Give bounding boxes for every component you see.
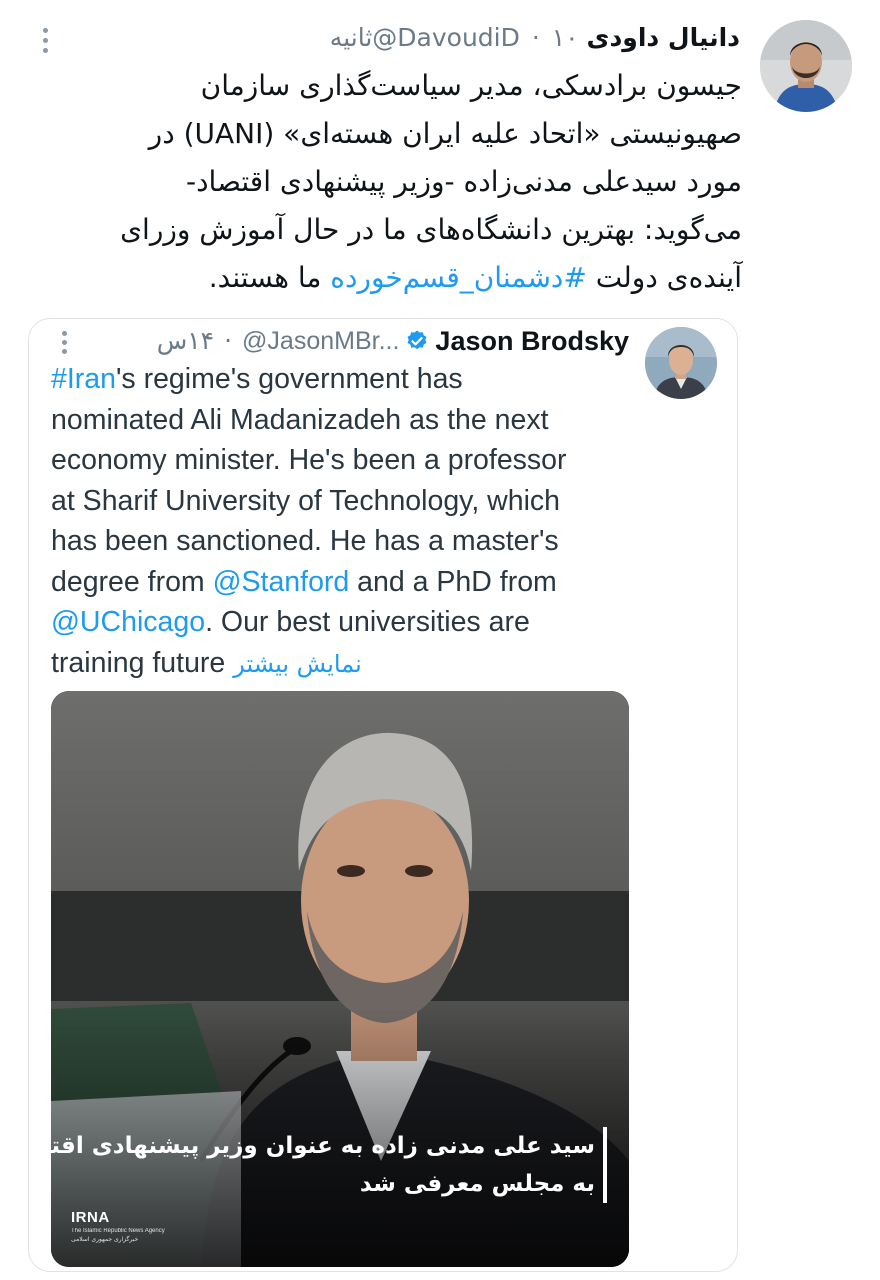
mention-uchicago-link[interactable]: @UChicago bbox=[51, 606, 205, 638]
quote-line: #Iran's regime's government has bbox=[51, 359, 711, 400]
quoted-tweet-body: #Iran's regime's government has nominate… bbox=[51, 359, 711, 684]
author-handle[interactable]: @DavoudiD bbox=[372, 23, 520, 52]
tweet-line: مورد سیدعلی مدنی‌زاده -وزیر پیشنهادی اقت… bbox=[185, 165, 742, 198]
tweet-header: دانیال داودی @DavoudiD · ۱۰ثانیه bbox=[240, 18, 740, 58]
tweet-line-last: آینده‌ی دولت #دشمنان_قسم‌خورده ما هستند. bbox=[120, 254, 742, 302]
caption-line: سید علی مدنی زاده به عنوان وزیر پیشنهادی… bbox=[51, 1133, 595, 1159]
tweet-text-fragment: آینده‌ی دولت bbox=[595, 261, 742, 294]
mention-stanford-link[interactable]: @Stanford bbox=[213, 566, 350, 598]
tweet-line: جیسون برادسکی، مدیر سیاست‌گذاری سازمان bbox=[200, 69, 742, 102]
more-options-icon[interactable] bbox=[30, 22, 60, 58]
quote-line: degree from @Stanford and a PhD from bbox=[51, 562, 711, 603]
tweet-body: جیسون برادسکی، مدیر سیاست‌گذاری سازمان ص… bbox=[120, 62, 742, 302]
quote-line: training future نمایش بیشتر bbox=[51, 643, 711, 685]
quote-text-fragment: training future bbox=[51, 646, 234, 679]
quote-line: at Sharif University of Technology, whic… bbox=[51, 484, 561, 517]
author-avatar[interactable] bbox=[760, 20, 852, 112]
tweet-text-fragment: ما هستند. bbox=[208, 261, 322, 294]
separator-dot: · bbox=[224, 326, 233, 355]
photo-caption: سید علی مدنی زاده به عنوان وزیر پیشنهادی… bbox=[51, 1127, 607, 1203]
irna-logo: IRNA The Islamic Republic News Agency خب… bbox=[71, 1209, 191, 1249]
hashtag-link[interactable]: #دشمنان_قسم‌خورده bbox=[330, 261, 587, 294]
quote-line: economy minister. He's been a professor bbox=[51, 444, 567, 476]
author-name[interactable]: دانیال داودی bbox=[587, 23, 740, 52]
tweet-line: صهیونیستی «اتحاد علیه ایران هسته‌ای» (UA… bbox=[148, 117, 742, 150]
quoted-tweet-time[interactable]: ۱۴س bbox=[157, 321, 214, 361]
separator-dot: · bbox=[531, 23, 540, 52]
quoted-author-name[interactable]: Jason Brodsky bbox=[435, 321, 629, 361]
tweet-photo[interactable]: سید علی مدنی زاده به عنوان وزیر پیشنهادی… bbox=[51, 691, 629, 1267]
tweet-line: می‌گوید: بهترین دانشگاه‌های ما در حال آم… bbox=[120, 213, 742, 246]
quoted-tweet-card[interactable]: Jason Brodsky @JasonMBr... · ۱۴س #Iran's… bbox=[28, 318, 738, 1272]
irna-logo-subtext-fa: خبرگزاری جمهوری اسلامی bbox=[71, 1236, 139, 1243]
quoted-author-handle[interactable]: @JasonMBr... bbox=[242, 321, 399, 361]
quote-more-options-icon[interactable] bbox=[49, 325, 79, 359]
quoted-tweet-header: Jason Brodsky @JasonMBr... · ۱۴س bbox=[89, 321, 629, 361]
quote-text-fragment: degree from bbox=[51, 565, 213, 598]
show-more-link[interactable]: نمایش بیشتر bbox=[233, 650, 362, 678]
irna-logo-text: IRNA bbox=[71, 1209, 110, 1226]
quote-text-fragment: 's regime's government has bbox=[115, 363, 463, 395]
irna-logo-subtext: The Islamic Republic News Agency bbox=[71, 1228, 165, 1234]
caption-line: به مجلس معرفی شد bbox=[359, 1171, 595, 1197]
quote-text-fragment: and a PhD from bbox=[349, 565, 557, 598]
quote-line: nominated Ali Madanizadeh as the next bbox=[51, 403, 549, 436]
verified-badge-icon bbox=[407, 330, 427, 350]
quote-line: has been sanctioned. He has a master's bbox=[51, 525, 559, 557]
quote-line: @UChicago. Our best universities are bbox=[51, 602, 711, 643]
quote-text-fragment: . Our best universities are bbox=[205, 606, 530, 638]
hashtag-iran-link[interactable]: #Iran bbox=[51, 363, 116, 395]
